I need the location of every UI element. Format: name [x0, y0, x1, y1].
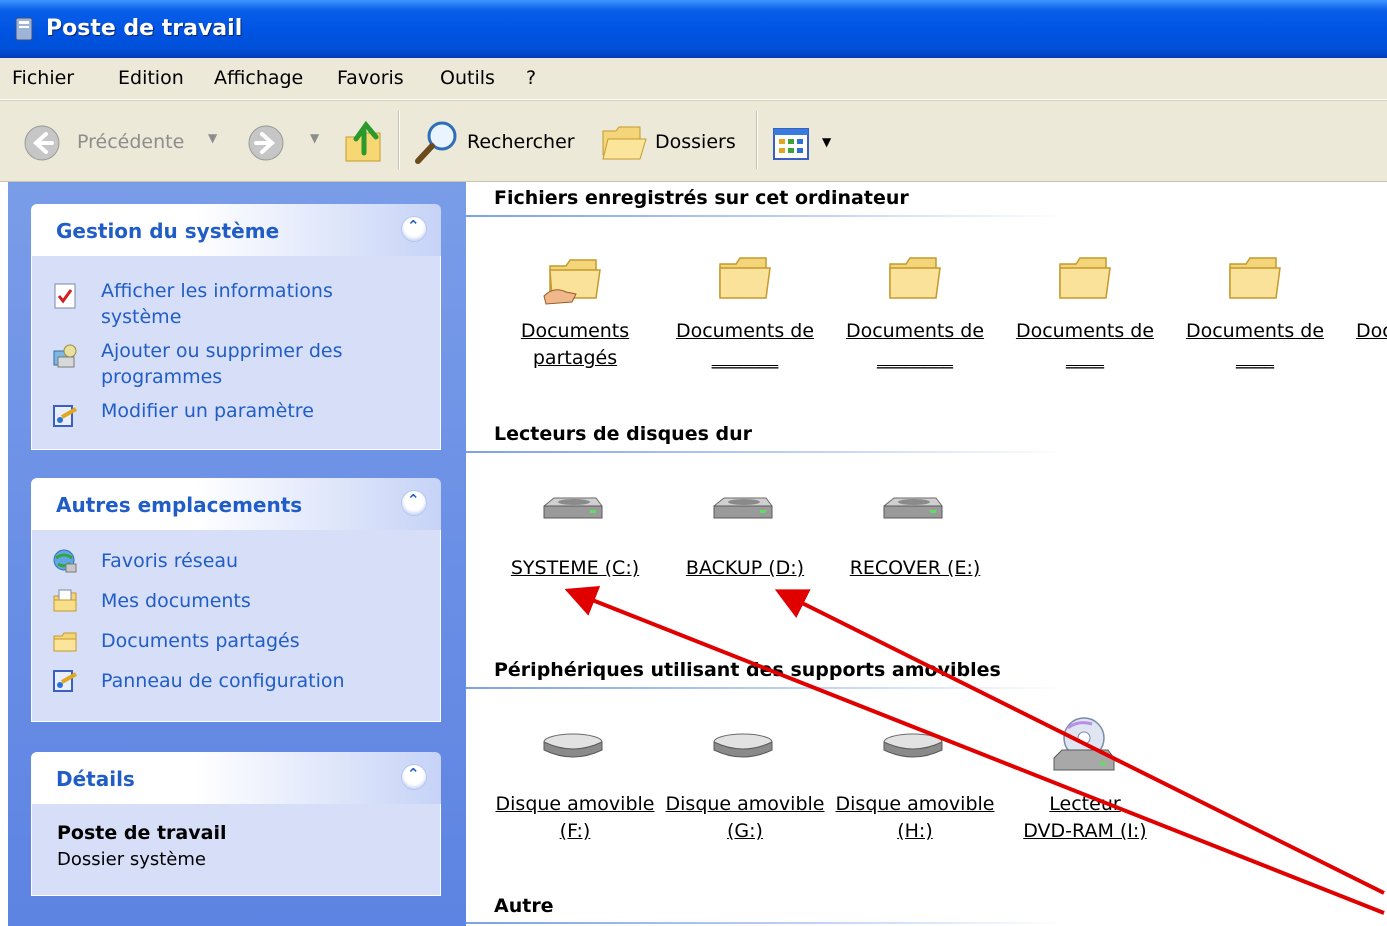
annotation-arrow-to-c	[564, 585, 1385, 915]
annotation-arrows	[564, 585, 1385, 915]
annotation-arrow-to-d	[774, 589, 1385, 895]
